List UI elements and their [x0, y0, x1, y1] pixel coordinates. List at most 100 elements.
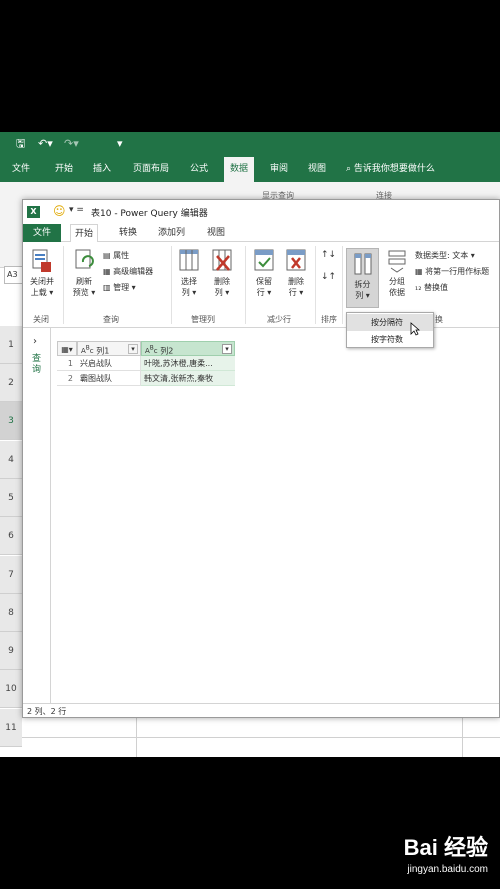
keep-rows-label-1: 保留: [256, 277, 272, 286]
tab-file[interactable]: 文件: [23, 224, 62, 242]
separator: [245, 246, 246, 324]
data-type-dropdown[interactable]: 数据类型: 文本 ▾: [415, 250, 475, 261]
group-transform-label: 换: [435, 315, 443, 324]
queries-pane: › 查询: [23, 328, 51, 704]
table-menu-icon[interactable]: ▦▾: [57, 341, 77, 356]
table-cell[interactable]: 兴启战队: [77, 356, 141, 371]
group-by-label-1: 分组: [389, 277, 405, 286]
row-header[interactable]: 5: [0, 479, 22, 517]
keep-rows-button[interactable]: 保留 行 ▾: [250, 248, 278, 298]
sort-ascending-icon[interactable]: ↑↓: [321, 250, 336, 261]
pq-title-bar: X ☺ ▾ = 表10 - Power Query 编辑器: [23, 200, 499, 224]
tab-transform[interactable]: 转换: [115, 224, 141, 242]
remove-cols-label-1: 删除: [214, 277, 230, 286]
tab-formulas[interactable]: 公式: [190, 157, 208, 182]
name-box[interactable]: A3: [4, 266, 24, 284]
filter-dropdown-icon[interactable]: ▾: [128, 344, 138, 354]
row-header[interactable]: 2: [0, 364, 22, 402]
split-column-dropdown: 按分隔符 按字符数: [346, 312, 434, 348]
column-header-label: 列2: [160, 346, 174, 356]
excel-title-bar: 🖫 ↶▾ ↷▾ ▾: [0, 132, 500, 157]
manage-button[interactable]: ▥ 管理 ▾: [103, 282, 136, 293]
first-row-header-icon: ▦: [415, 267, 423, 276]
table-cell[interactable]: 叶晓,苏沐橙,唐柔...: [141, 356, 235, 371]
remove-columns-button[interactable]: 删除 列 ▾: [208, 248, 236, 298]
excel-tab-bar: 文件 开始 插入 页面布局 公式 数据 审阅 视图 ⌕ 告诉我你想要做什么: [0, 157, 500, 182]
group-manage-columns-label: 管理列: [191, 315, 215, 324]
table-cell[interactable]: 霸图战队: [77, 371, 141, 386]
choose-cols-label-1: 选择: [181, 277, 197, 286]
tab-view[interactable]: 视图: [203, 224, 229, 242]
row-header[interactable]: 10: [0, 670, 22, 708]
row-header[interactable]: 1: [0, 326, 22, 364]
replace-values-label: 替换值: [423, 283, 448, 292]
split-by-char-count-item[interactable]: 按字符数: [347, 331, 433, 348]
remove-rows-button[interactable]: 删除 行 ▾: [282, 248, 310, 298]
filter-dropdown-icon[interactable]: ▾: [222, 344, 232, 354]
row-header[interactable]: 9: [0, 632, 22, 670]
choose-columns-icon: [179, 249, 199, 271]
group-by-button[interactable]: 分组 依据: [383, 248, 411, 298]
baidu-watermark: Bai 经验 jingyan.baidu.com: [368, 830, 488, 875]
close-load-icon: [32, 249, 51, 272]
expand-chevron-icon[interactable]: ›: [33, 336, 37, 347]
tab-data[interactable]: 数据: [224, 157, 255, 182]
separator: [171, 246, 172, 324]
row-header[interactable]: 8: [0, 594, 22, 632]
watermark-brand: Bai 经验: [403, 835, 488, 860]
tab-add-column[interactable]: 添加列: [154, 224, 189, 242]
use-first-row-headers-button[interactable]: ▦ 将第一行用作标题: [415, 266, 489, 277]
group-sort-label: 排序: [321, 315, 337, 324]
text-type-icon: ABc: [81, 346, 94, 356]
keep-rows-label-2: 行: [256, 288, 265, 297]
row-number: 1: [57, 356, 77, 371]
tell-me-search[interactable]: ⌕ 告诉我你想要做什么: [346, 157, 435, 182]
tab-home[interactable]: 开始: [55, 157, 73, 182]
advanced-editor-button[interactable]: ▦ 高级编辑器: [103, 266, 153, 277]
table-cell[interactable]: 韩文清,张新杰,秦牧: [141, 371, 235, 386]
power-query-editor-window: X ☺ ▾ = 表10 - Power Query 编辑器 文件 开始 转换 添…: [22, 199, 500, 718]
replace-values-icon: ₁₂: [415, 283, 422, 292]
split-by-delimiter-item[interactable]: 按分隔符: [347, 314, 433, 331]
remove-columns-icon: [212, 249, 232, 271]
gridline: [22, 737, 500, 738]
choose-columns-button[interactable]: 选择 列 ▾: [175, 248, 203, 298]
undo-icon[interactable]: ↶▾: [38, 138, 53, 150]
row-header[interactable]: 6: [0, 517, 22, 555]
properties-button[interactable]: ▤ 属性: [103, 250, 129, 261]
split-label-1: 拆分: [354, 280, 371, 289]
advanced-editor-label: 高级编辑器: [113, 267, 154, 276]
refresh-preview-button[interactable]: 刷新 预览 ▾: [69, 248, 99, 298]
tab-review[interactable]: 审阅: [270, 157, 288, 182]
row-header[interactable]: 3: [0, 402, 22, 440]
close-and-load-button[interactable]: 关闭并 上载 ▾: [27, 248, 57, 298]
smiley-feedback-icon[interactable]: ☺: [53, 204, 66, 218]
tab-file[interactable]: 文件: [12, 157, 30, 182]
window-title: 表10 - Power Query 编辑器: [91, 209, 208, 219]
group-query-label: 查询: [103, 315, 119, 324]
redo-icon[interactable]: ↷▾: [64, 138, 79, 150]
tab-page-layout[interactable]: 页面布局: [133, 157, 169, 182]
remove-rows-label-2: 行: [288, 288, 297, 297]
tab-insert[interactable]: 插入: [93, 157, 111, 182]
group-by-label-2: 依据: [389, 288, 405, 297]
split-column-button[interactable]: 拆分 列 ▾: [346, 248, 379, 308]
column-header-2-selected[interactable]: ABc 列2 ▾: [141, 341, 235, 356]
row-header[interactable]: 11: [0, 709, 22, 747]
tab-home[interactable]: 开始: [70, 224, 99, 243]
column-header-1[interactable]: ABc 列1 ▾: [77, 341, 141, 356]
tab-view[interactable]: 视图: [308, 157, 326, 182]
row-header[interactable]: 7: [0, 556, 22, 594]
replace-values-button[interactable]: ₁₂ 替换值: [415, 282, 448, 293]
properties-label: 属性: [113, 251, 130, 260]
qat-dropdown-icon[interactable]: ▾ =: [69, 205, 84, 215]
tell-me-text: 告诉我你想要做什么: [353, 164, 435, 174]
group-by-icon: [388, 250, 406, 273]
manage-icon: ▥: [103, 283, 111, 292]
save-icon[interactable]: 🖫: [16, 138, 25, 150]
row-header[interactable]: 4: [0, 441, 22, 479]
split-column-label: 拆分 列 ▾: [354, 280, 371, 300]
customize-qat-icon[interactable]: ▾: [117, 138, 123, 150]
sort-descending-icon[interactable]: ↓↑: [321, 272, 336, 283]
separator: [63, 246, 64, 324]
